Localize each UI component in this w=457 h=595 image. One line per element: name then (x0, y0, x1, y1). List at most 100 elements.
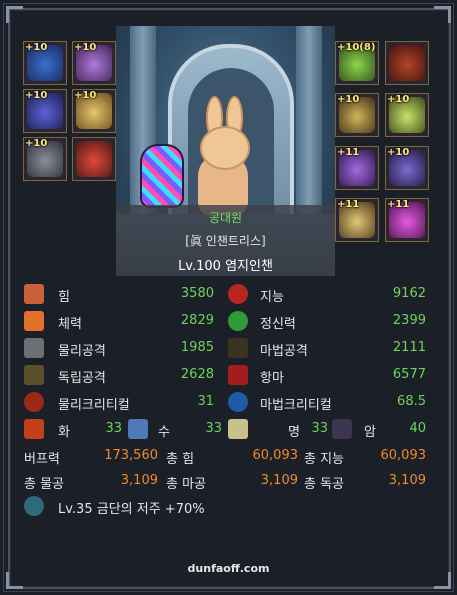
total-row: 총 물공 3,109 총 마공 3,109 총 독공 3,109 (22, 470, 435, 492)
total-row: 버프력 173,560 총 힘 60,093 총 지능 60,093 (22, 445, 435, 467)
green-eye-icon (228, 311, 248, 331)
stat-row: 체력 2829 정신력 2399 (22, 310, 435, 332)
stat-value: 6577 (392, 367, 426, 382)
equip-slot[interactable]: +10 (72, 89, 116, 133)
total-label: 총 힘 (166, 452, 195, 467)
stat-value: 3580 (180, 286, 214, 301)
stat-label: 체력 (58, 317, 82, 332)
total-value: 60,093 (252, 448, 299, 463)
total-label: 총 물공 (24, 477, 65, 492)
stat-row: 물리공격 1985 마법공격 2111 (22, 337, 435, 359)
stat-label: 물리공격 (58, 344, 106, 359)
enhance-level: +10 (74, 42, 97, 53)
stat-value: 68.5 (397, 394, 426, 409)
total-value: 3,109 (388, 473, 426, 488)
total-label: 총 지능 (304, 452, 345, 467)
element-label: 암 (364, 425, 376, 440)
total-label: 총 마공 (166, 477, 207, 492)
corner-ornament (434, 6, 451, 23)
stat-value: 2399 (392, 313, 426, 328)
enhance-level: +10 (25, 42, 48, 53)
fire-icon (24, 419, 44, 439)
equip-slot[interactable]: +10 (335, 93, 379, 137)
element-value: 40 (409, 421, 426, 436)
red-target-icon (24, 392, 44, 412)
stat-value: 2111 (392, 340, 426, 355)
equip-slot[interactable]: +11 (335, 198, 379, 242)
enhance-level: +10 (387, 94, 410, 105)
stat-label: 힘 (58, 290, 70, 305)
sword-icon (24, 338, 44, 358)
guild-name: 공대원 (208, 211, 243, 225)
corner-ornament (6, 6, 23, 23)
equip-slot[interactable] (72, 137, 116, 181)
equip-slot[interactable]: +10 (385, 146, 429, 190)
enhance-level: +10 (387, 147, 410, 158)
total-value: 3,109 (260, 473, 298, 488)
buff-label: 버프력 (24, 452, 60, 467)
equip-slot[interactable]: +11 (385, 198, 429, 242)
red-creature-icon (76, 141, 112, 177)
red-eye-icon (228, 284, 248, 304)
dark-icon (332, 419, 352, 439)
element-label: 화 (58, 425, 70, 440)
element-value: 33 (311, 421, 328, 436)
enhance-level: +10 (25, 90, 48, 101)
stat-row: 힘 3580 지능 9162 (22, 283, 435, 305)
blue-target-icon (228, 392, 248, 412)
enhance-level: +10(8) (337, 42, 376, 53)
red-title-icon (389, 45, 425, 81)
equip-slot[interactable]: +10 (72, 41, 116, 85)
name-plate: 공대원 [眞 인챈트리스] Lv.100 염지인챈 (116, 205, 335, 276)
stat-value: 9162 (392, 286, 426, 301)
curse-gear-icon (24, 496, 44, 516)
enhance-level: +10 (337, 94, 360, 105)
site-footer: dunfaoff.com (187, 562, 270, 575)
enhance-level: +11 (387, 199, 410, 210)
character-panel: 공대원 [眞 인챈트리스] Lv.100 염지인챈 +10 +10 +10 +1… (0, 0, 457, 595)
independent-sword-icon (24, 365, 44, 385)
body-icon (24, 311, 44, 331)
character-title: [眞 인챈트리스] (185, 234, 266, 248)
light-icon (228, 419, 248, 439)
equip-slot[interactable]: +10 (23, 89, 67, 133)
enhance-level: +11 (337, 147, 360, 158)
pixel-backpack (140, 144, 184, 208)
equip-slot[interactable]: +10 (23, 41, 67, 85)
enhance-level: +10 (74, 90, 97, 101)
magic-star-icon (228, 338, 248, 358)
stat-label: 지능 (260, 290, 284, 305)
equip-slot[interactable] (385, 41, 429, 85)
stat-label: 물리크리티컬 (58, 398, 130, 413)
equip-slot[interactable]: +10 (23, 137, 67, 181)
buff-value: 173,560 (104, 448, 158, 463)
stat-value: 1985 (180, 340, 214, 355)
enhance-level: +10 (25, 138, 48, 149)
stat-label: 독립공격 (58, 371, 106, 386)
stat-label: 정신력 (260, 317, 296, 332)
character-level-name: Lv.100 염지인챈 (178, 259, 273, 274)
element-label: 수 (158, 425, 170, 440)
bunny-character-head (200, 126, 250, 170)
element-value: 33 (205, 421, 222, 436)
stat-row: 물리크리티컬 31 마법크리티컬 68.5 (22, 391, 435, 413)
stat-row: 독립공격 2628 항마 6577 (22, 364, 435, 386)
anti-magic-icon (228, 365, 248, 385)
equip-slot[interactable]: +11 (335, 146, 379, 190)
stat-value: 31 (197, 394, 214, 409)
element-value: 33 (105, 421, 122, 436)
element-row: 화 33 수 33 명 33 암 40 (22, 418, 435, 440)
fist-icon (24, 284, 44, 304)
equip-slot[interactable]: +10(8) (335, 41, 379, 85)
curse-text: Lv.35 금단의 저주 +70% (58, 502, 205, 517)
stat-label: 항마 (260, 371, 284, 386)
stat-label: 마법크리티컬 (260, 398, 332, 413)
stat-value: 2628 (180, 367, 214, 382)
stat-label: 마법공격 (260, 344, 308, 359)
equip-slot[interactable]: +10 (385, 93, 429, 137)
total-value: 3,109 (120, 473, 158, 488)
total-label: 총 독공 (304, 477, 345, 492)
curse-row: Lv.35 금단의 저주 +70% (22, 495, 435, 517)
water-icon (128, 419, 148, 439)
stat-value: 2829 (180, 313, 214, 328)
